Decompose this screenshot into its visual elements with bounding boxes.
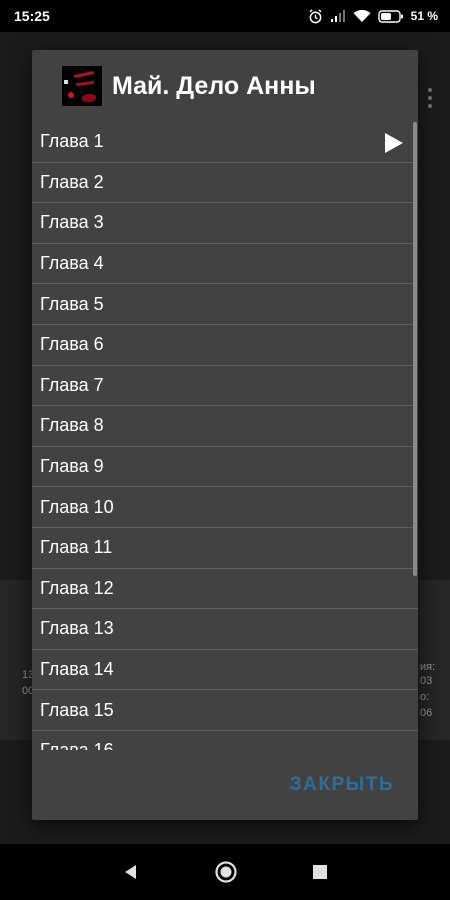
chapter-item[interactable]: Глава 15 (32, 690, 418, 731)
chapter-label: Глава 13 (40, 618, 114, 639)
chapter-label: Глава 11 (40, 537, 113, 558)
chapter-label: Глава 15 (40, 699, 114, 720)
book-cover-thumbnail (62, 66, 102, 106)
chapter-label: Глава 1 (40, 131, 104, 152)
chapters-dialog: Май. Дело Анны Глава 1 Глава 2 Глава 3 Г… (32, 50, 418, 820)
alarm-icon (308, 8, 323, 24)
wifi-icon (353, 9, 371, 23)
status-time: 15:25 (14, 8, 50, 24)
dialog-footer: ЗАКРЫТЬ (32, 750, 418, 820)
home-icon[interactable] (214, 860, 238, 884)
close-button[interactable]: ЗАКРЫТЬ (290, 774, 394, 796)
chapter-label: Глава 8 (40, 415, 104, 436)
chapter-label: Глава 5 (40, 293, 104, 314)
chapter-item[interactable]: Глава 7 (32, 366, 418, 407)
background-text: ия: (420, 661, 436, 673)
chapter-item[interactable]: Глава 8 (32, 406, 418, 447)
chapter-label: Глава 7 (40, 374, 104, 395)
chapter-item[interactable]: Глава 5 (32, 284, 418, 325)
chapter-list[interactable]: Глава 1 Глава 2 Глава 3 Глава 4 Глава 5 … (32, 122, 418, 750)
navigation-bar (0, 844, 450, 900)
chapter-label: Глава 10 (40, 496, 114, 517)
battery-percent: 51 % (410, 9, 438, 23)
background-text: 03 (420, 675, 433, 687)
signal-icon (330, 9, 346, 23)
dialog-header: Май. Дело Анны (32, 50, 418, 122)
chapter-item[interactable]: Глава 4 (32, 244, 418, 285)
chapter-item[interactable]: Глава 12 (32, 569, 418, 610)
status-icons: 51 % (308, 8, 438, 24)
recents-icon[interactable] (312, 864, 328, 880)
chapter-item[interactable]: Глава 1 (32, 122, 418, 163)
chapter-label: Глава 4 (40, 253, 104, 274)
chapter-label: Глава 14 (40, 659, 114, 680)
back-icon[interactable] (122, 863, 140, 881)
background-text: о: (420, 691, 430, 703)
chapter-label: Глава 6 (40, 334, 104, 355)
chapter-item[interactable]: Глава 9 (32, 447, 418, 488)
chapter-item[interactable]: Глава 13 (32, 609, 418, 650)
chapter-item[interactable]: Глава 10 (32, 487, 418, 528)
overflow-menu-icon (428, 88, 432, 112)
dialog-title: Май. Дело Анны (112, 71, 316, 100)
scrollbar[interactable] (413, 122, 417, 576)
battery-icon (377, 9, 404, 23)
chapter-item[interactable]: Глава 16 (32, 731, 418, 750)
status-bar: 15:25 51 % (0, 0, 450, 32)
chapter-label: Глава 9 (40, 456, 104, 477)
play-icon (385, 133, 403, 153)
background-text: 06 (420, 707, 433, 719)
chapter-item[interactable]: Глава 2 (32, 163, 418, 204)
chapter-label: Глава 2 (40, 171, 104, 192)
chapter-item[interactable]: Глава 3 (32, 203, 418, 244)
chapter-item[interactable]: Глава 6 (32, 325, 418, 366)
chapter-label: Глава 16 (40, 740, 114, 750)
chapter-item[interactable]: Глава 14 (32, 650, 418, 691)
chapter-label: Глава 12 (40, 577, 114, 598)
chapter-item[interactable]: Глава 11 (32, 528, 418, 569)
chapter-label: Глава 3 (40, 212, 104, 233)
